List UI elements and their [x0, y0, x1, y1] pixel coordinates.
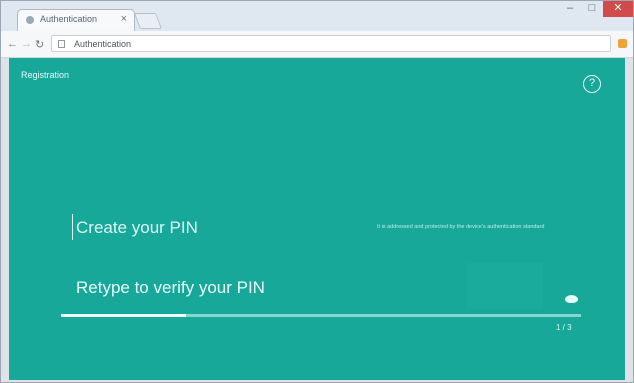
back-button[interactable]: ← — [7, 38, 18, 50]
browser-window: Authentication × – □ ✕ ← → ↻ Authenticat… — [0, 0, 634, 383]
app-label: Registration — [21, 70, 70, 80]
address-bar[interactable]: Authentication — [51, 35, 611, 52]
create-pin-hint: It is addressed and protected by the dev… — [377, 224, 545, 230]
minimize-button[interactable]: – — [559, 1, 581, 17]
create-pin-field[interactable]: Create your PIN It is addressed and prot… — [72, 208, 582, 242]
verify-pin-box[interactable] — [467, 263, 543, 309]
reload-button[interactable]: ↻ — [35, 38, 44, 51]
show-pin-eye-icon[interactable] — [565, 295, 578, 303]
page-icon — [58, 40, 65, 48]
create-pin-label: Create your PIN — [76, 218, 198, 237]
close-window-button[interactable]: ✕ — [603, 1, 633, 17]
browser-toolbar: ← → ↻ Authentication — [1, 31, 633, 58]
authentication-page: Registration ? Create your PIN It is add… — [9, 58, 625, 380]
forward-button[interactable]: → — [21, 38, 32, 50]
title-bar: Authentication × – □ ✕ — [1, 1, 633, 31]
text-cursor — [72, 214, 73, 240]
tab-title: Authentication — [40, 14, 98, 24]
progress-fill — [61, 314, 186, 317]
new-tab-button[interactable] — [134, 13, 162, 29]
progress-track — [61, 314, 581, 317]
maximize-button[interactable]: □ — [581, 1, 603, 17]
verify-pin-label[interactable]: Retype to verify your PIN — [76, 278, 265, 298]
favicon-icon — [26, 16, 34, 24]
browser-menu-icon[interactable] — [618, 39, 627, 48]
tab-close-icon[interactable]: × — [121, 13, 127, 25]
page-indicator: 1 / 3 — [556, 323, 572, 332]
address-text: Authentication — [74, 39, 132, 49]
browser-tab[interactable]: Authentication × — [17, 9, 135, 31]
help-icon[interactable]: ? — [583, 75, 601, 93]
